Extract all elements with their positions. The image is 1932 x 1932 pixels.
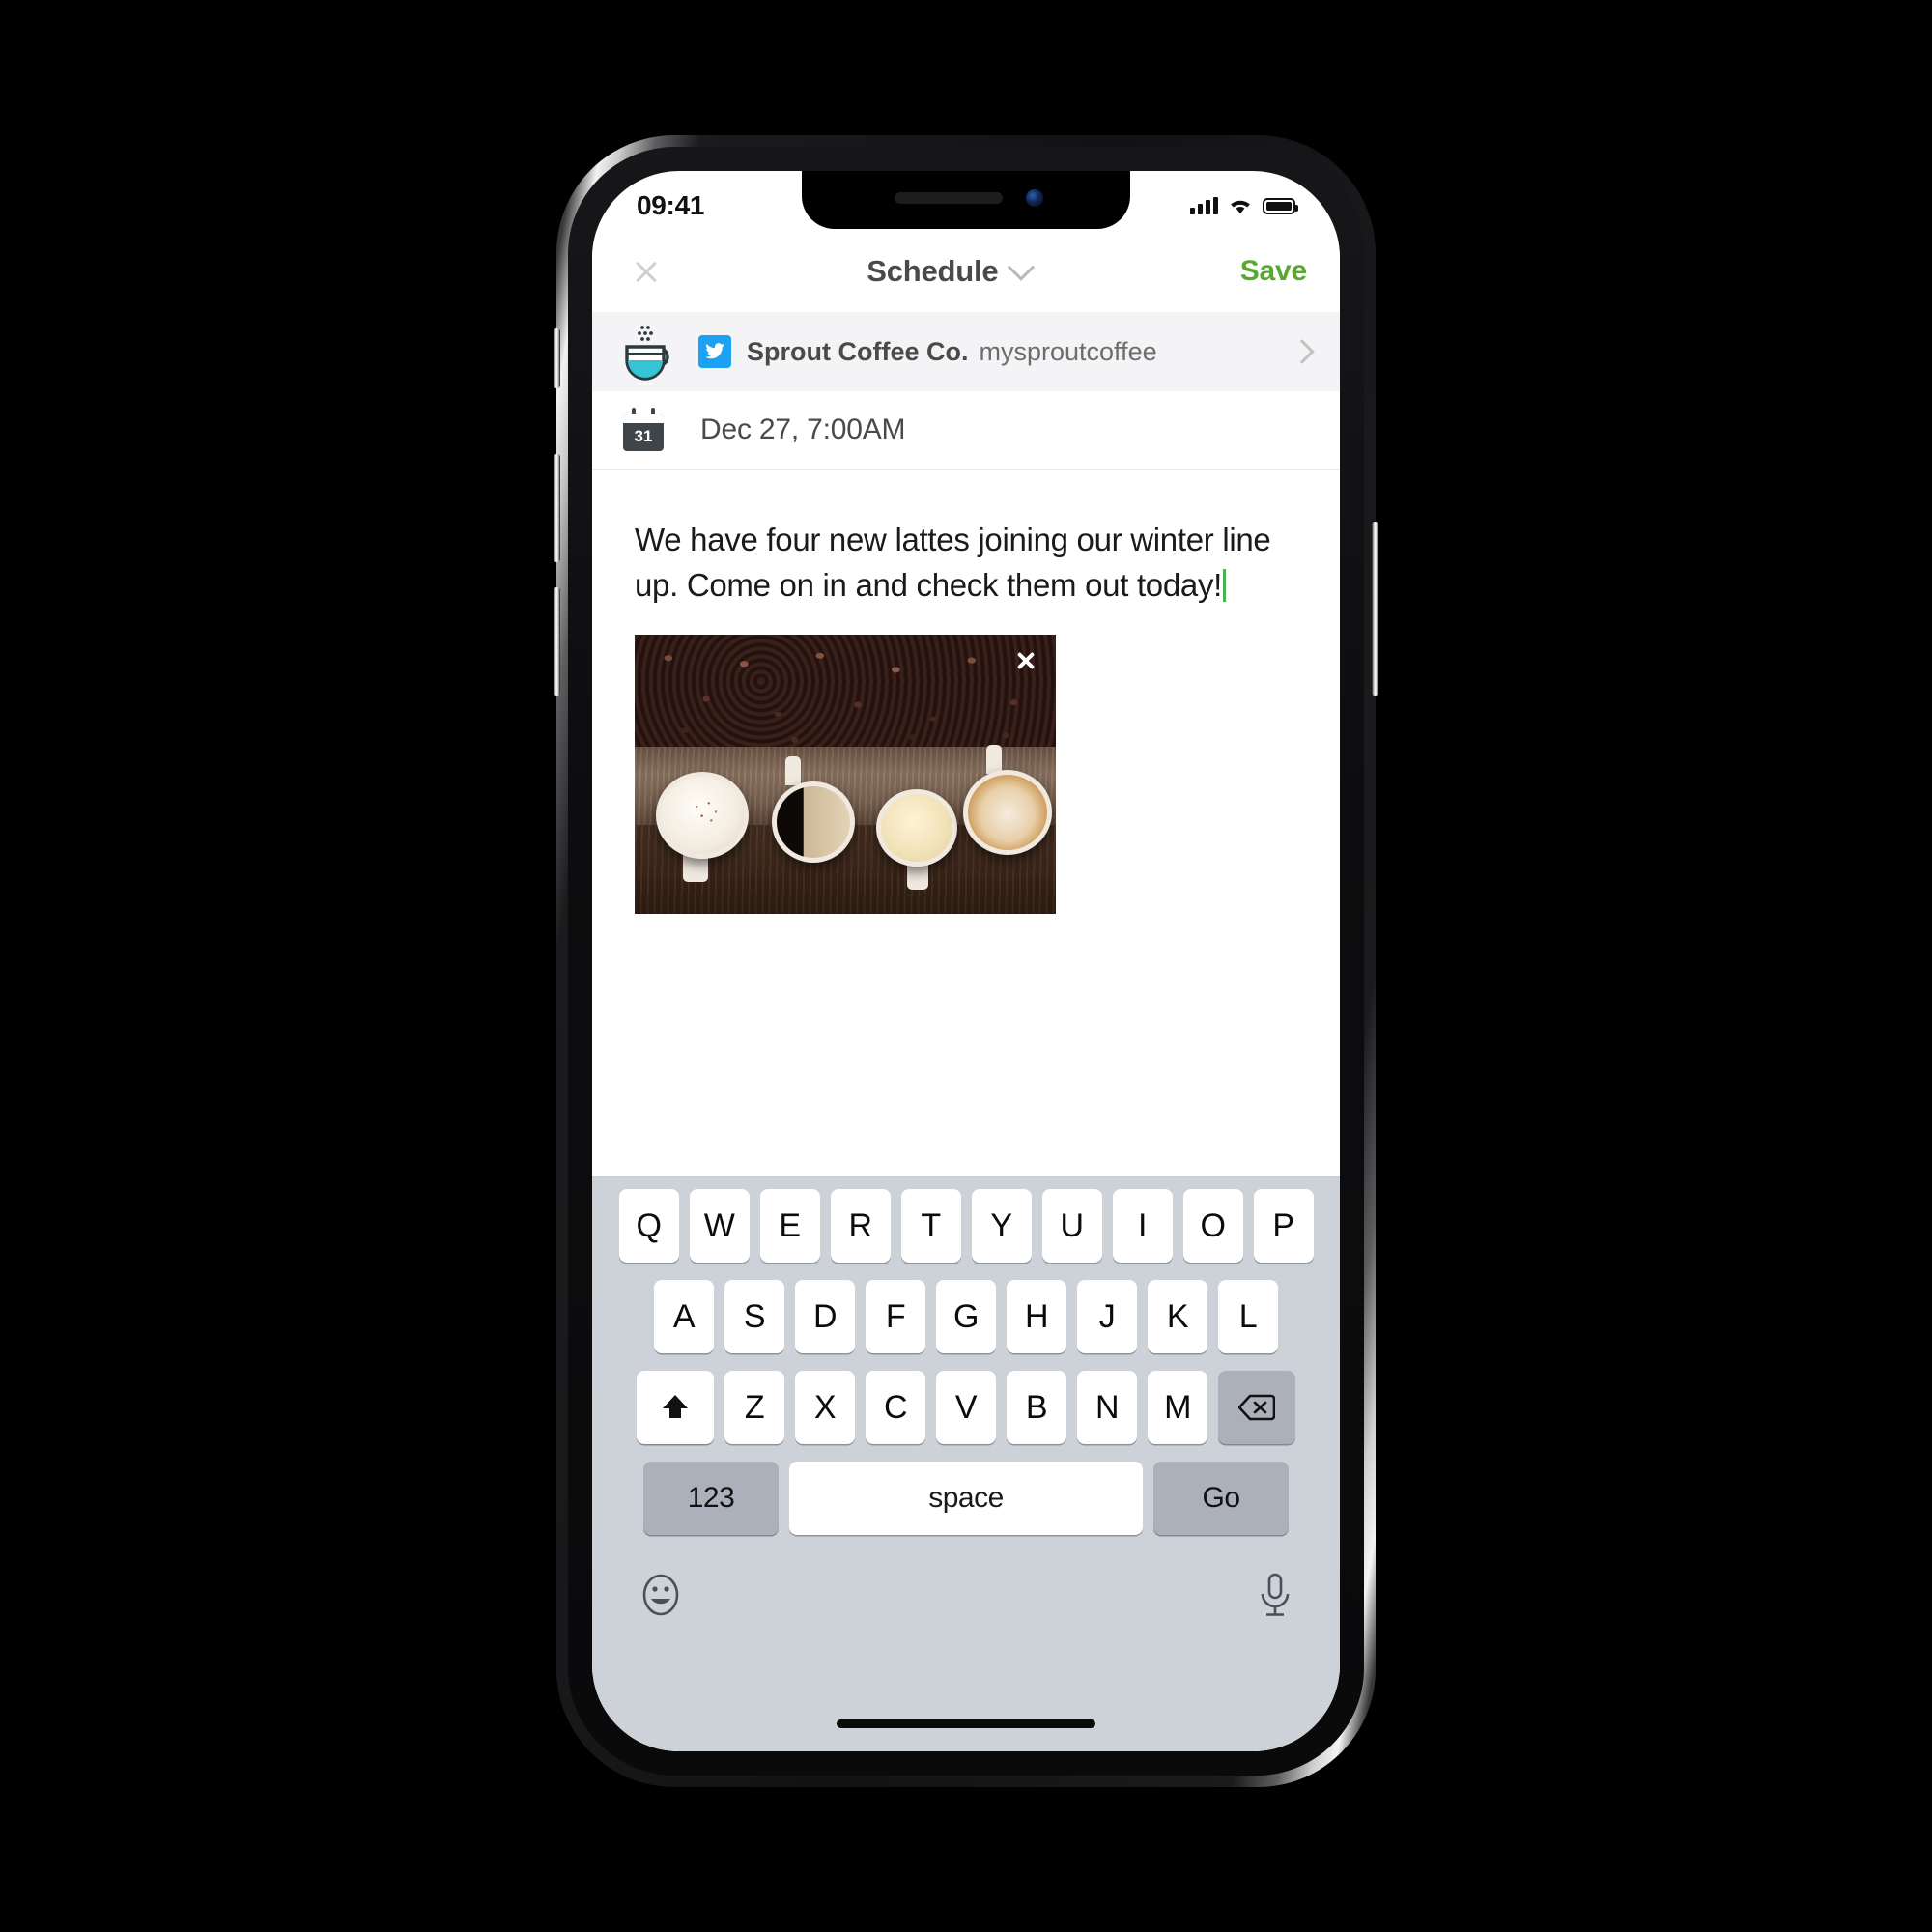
chevron-down-icon[interactable] [1008, 253, 1036, 281]
key-e-key[interactable]: E [759, 1189, 820, 1263]
cellular-signal-icon [1190, 197, 1218, 214]
page-title: Schedule [867, 254, 999, 288]
text-caret [1223, 569, 1227, 602]
power-button[interactable] [1372, 522, 1378, 696]
header-title-group[interactable]: Schedule [658, 253, 1240, 289]
volume-up-button[interactable] [554, 454, 560, 562]
coffee-beans-backdrop [635, 635, 1056, 753]
account-name: Sprout Coffee Co. [747, 336, 969, 366]
home-indicator[interactable] [837, 1719, 1095, 1728]
front-camera [1026, 189, 1043, 207]
onscreen-keyboard: QWERTYUIOP ASDFGHJKL ZXCVBNM 123 space G… [592, 1176, 1340, 1751]
key-l-key[interactable]: L [1218, 1280, 1278, 1353]
account-selector-row[interactable]: Sprout Coffee Co. mysproutcoffee [592, 312, 1340, 391]
key-v-key[interactable]: V [936, 1371, 996, 1444]
latte-cup-2 [772, 781, 855, 863]
coffee-cup-avatar-icon [617, 322, 677, 382]
key-w-key[interactable]: W [689, 1189, 750, 1263]
key-i-key[interactable]: I [1112, 1189, 1173, 1263]
schedule-datetime-value: Dec 27, 7:00AM [700, 413, 906, 445]
attached-image[interactable] [635, 635, 1056, 914]
key-r-key[interactable]: R [830, 1189, 891, 1263]
calendar-day-number: 31 [634, 427, 653, 445]
cup-handle [683, 855, 708, 882]
backspace-key[interactable] [1218, 1371, 1295, 1444]
phone-device-frame: 09:41 Schedule Save Sprout Coffee Co. my… [554, 135, 1378, 1787]
numeric-key[interactable]: 123 [643, 1462, 779, 1535]
key-x-key[interactable]: X [795, 1371, 855, 1444]
key-c-key[interactable]: C [866, 1371, 925, 1444]
key-p-key[interactable]: P [1253, 1189, 1314, 1263]
key-j-key[interactable]: J [1077, 1280, 1137, 1353]
key-o-key[interactable]: O [1182, 1189, 1243, 1263]
twitter-icon [698, 335, 731, 368]
key-f-key[interactable]: F [866, 1280, 925, 1353]
key-s-key[interactable]: S [724, 1280, 784, 1353]
key-u-key[interactable]: U [1041, 1189, 1102, 1263]
key-h-key[interactable]: H [1007, 1280, 1066, 1353]
battery-icon [1263, 197, 1298, 214]
latte-cup-4 [963, 770, 1052, 855]
cup-handle [907, 863, 928, 890]
save-button[interactable]: Save [1240, 255, 1307, 288]
wifi-icon [1231, 200, 1250, 213]
key-g-key[interactable]: G [936, 1280, 996, 1353]
status-time: 09:41 [637, 190, 705, 220]
emoji-icon[interactable] [637, 1571, 685, 1624]
key-y-key[interactable]: Y [971, 1189, 1032, 1263]
keyboard-accessory-row [592, 1552, 1340, 1641]
latte-cup-1 [656, 772, 749, 859]
status-icons [1190, 197, 1298, 215]
earpiece-speaker [895, 192, 1003, 204]
key-d-key[interactable]: D [795, 1280, 855, 1353]
silent-switch-button[interactable] [554, 328, 560, 388]
app-header: Schedule Save [592, 231, 1340, 312]
close-icon[interactable] [625, 250, 668, 293]
cup-handle [785, 756, 801, 785]
volume-down-button[interactable] [554, 587, 560, 696]
latte-cup-3 [876, 789, 957, 867]
shift-key[interactable] [637, 1371, 714, 1444]
schedule-datetime-row[interactable]: 31 Dec 27, 7:00AM [592, 391, 1340, 470]
calendar-icon: 31 [621, 408, 666, 452]
compose-textarea[interactable]: We have four new lattes joining our wint… [635, 517, 1311, 608]
keyboard-row-2: ASDFGHJKL [592, 1280, 1340, 1353]
return-key[interactable]: Go [1153, 1462, 1289, 1535]
phone-screen: 09:41 Schedule Save Sprout Coffee Co. my… [592, 171, 1340, 1751]
account-handle: mysproutcoffee [979, 336, 1157, 366]
key-t-key[interactable]: T [900, 1189, 961, 1263]
phone-bezel: 09:41 Schedule Save Sprout Coffee Co. my… [568, 147, 1364, 1776]
key-m-key[interactable]: M [1148, 1371, 1208, 1444]
keyboard-row-bottom: 123 space Go [592, 1462, 1340, 1535]
remove-attachment-close-icon[interactable] [1009, 644, 1042, 677]
key-n-key[interactable]: N [1077, 1371, 1137, 1444]
key-q-key[interactable]: Q [618, 1189, 679, 1263]
keyboard-row-1: QWERTYUIOP [592, 1189, 1340, 1263]
compose-text-value: We have four new lattes joining our wint… [635, 522, 1271, 603]
space-key[interactable]: space [789, 1462, 1143, 1535]
cup-handle [986, 745, 1002, 774]
microphone-icon[interactable] [1255, 1570, 1295, 1625]
key-a-key[interactable]: A [654, 1280, 714, 1353]
key-k-key[interactable]: K [1148, 1280, 1208, 1353]
key-b-key[interactable]: B [1007, 1371, 1066, 1444]
key-z-key[interactable]: Z [724, 1371, 784, 1444]
keyboard-row-3: ZXCVBNM [592, 1371, 1340, 1444]
chevron-right-icon[interactable] [1290, 339, 1315, 364]
device-notch [802, 171, 1130, 229]
